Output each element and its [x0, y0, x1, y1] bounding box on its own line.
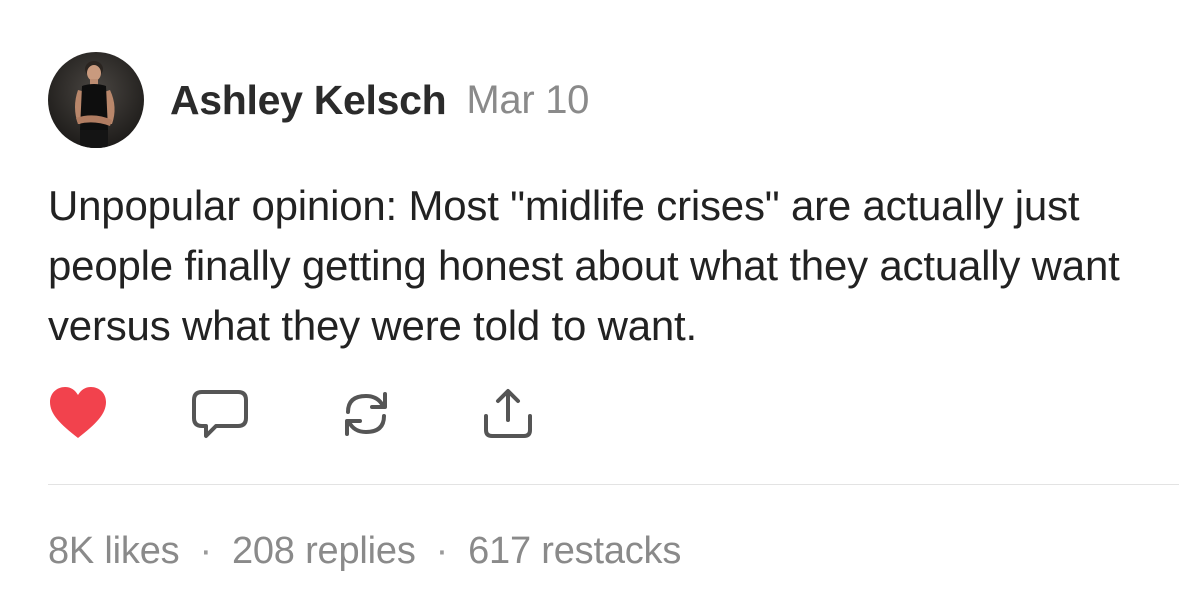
post-text: Unpopular opinion: Most "midlife crises"… [48, 182, 1120, 349]
post-stats: 8K likes · 208 replies · 617 restacks [48, 530, 681, 573]
author-name[interactable]: Ashley Kelsch [170, 77, 447, 124]
like-button[interactable] [48, 384, 108, 444]
avatar[interactable] [48, 52, 144, 148]
share-icon [484, 389, 532, 438]
post-header: Ashley Kelsch Mar 10 [48, 52, 589, 148]
stats-separator: · [199, 530, 212, 572]
post-date: Mar 10 [466, 77, 590, 122]
heart-icon [50, 387, 106, 438]
share-button[interactable] [478, 384, 538, 444]
restack-icon [345, 392, 387, 436]
post-card: Ashley Kelsch Mar 10 Unpopular opinion: … [0, 0, 1179, 602]
divider [48, 484, 1179, 485]
avatar-image [48, 52, 144, 148]
stats-separator: · [435, 530, 449, 572]
likes-count[interactable]: 8K likes [48, 530, 180, 573]
reply-button[interactable] [190, 384, 250, 444]
restacks-count[interactable]: 617 restacks [468, 530, 681, 573]
restack-button[interactable] [336, 384, 396, 444]
replies-count[interactable]: 208 replies [232, 530, 416, 573]
comment-icon [192, 390, 248, 438]
